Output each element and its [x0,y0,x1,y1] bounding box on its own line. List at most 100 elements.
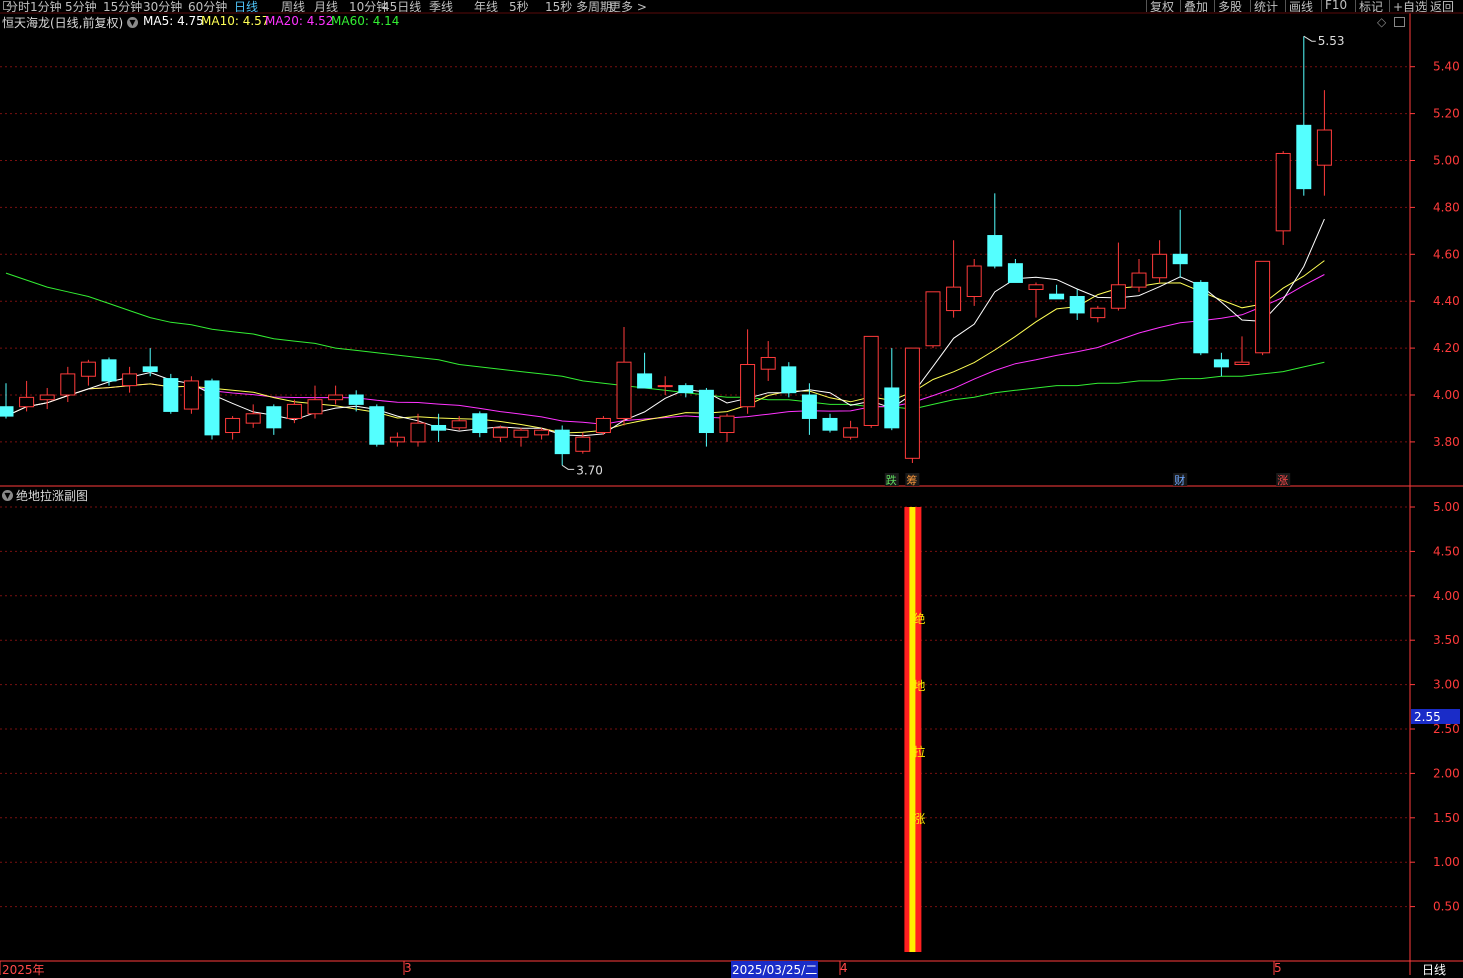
y-tick-label: 5.00 [1433,500,1460,514]
candle-body [307,399,323,415]
candle-body [966,265,982,298]
kline-chart[interactable]: 5.40 5.20 5.00 4.80 4.60 4.40 4.20 4.00 3.80 5.00… [0,0,1463,975]
signal-label-char: 拉 [913,744,925,759]
candle-body [843,427,859,438]
candle-body [80,361,96,377]
candle-body [678,385,694,394]
candle-body [1049,293,1065,300]
candle-body [575,436,591,452]
y-tick-label: 5.40 [1433,60,1460,74]
y-tick-label: 4.80 [1433,200,1460,214]
signal-label-char: 地 [913,679,925,693]
candle-body [781,366,797,394]
low-pointer [561,464,575,470]
candle-body [740,364,756,408]
candle-body [801,394,817,419]
candle-body [1007,263,1023,283]
candle-body [925,291,941,347]
candle-body [1110,284,1126,309]
marker-label: 财 [1174,473,1185,487]
y-tick-label: 4.50 [1433,544,1460,558]
month-3-label: 3 [404,961,412,975]
candle-body [1255,260,1271,354]
candle-body [183,380,199,410]
candle-body [904,347,920,459]
month-4-label: 4 [840,961,848,975]
candle-body [534,429,550,436]
candle-body [1069,296,1085,314]
candle-body [1234,361,1250,366]
y-tick-label: 4.20 [1433,341,1460,355]
candle-body [822,417,838,431]
candle-body [698,389,714,434]
candle-body [987,235,1003,267]
candle-body [1131,272,1147,288]
y-tick-label: 0.50 [1433,900,1460,914]
candle-body [1296,124,1312,190]
candle-body [204,380,220,436]
candle-body [60,373,76,396]
signal-label-char: 绝 [913,611,925,626]
candle-body [451,420,467,429]
y-tick-label: 4.40 [1433,294,1460,308]
candle-body [348,394,364,405]
candle-body [142,366,158,373]
candle-body [19,396,35,408]
high-pointer [1303,35,1316,42]
candle-body [1213,359,1229,368]
y-tick-label: 5.20 [1433,107,1460,121]
candle-body [554,429,570,455]
y-tick-label: 3.80 [1433,435,1460,449]
cursor-value-label: 2.55 [1414,710,1441,724]
candle-body [286,403,302,419]
candle-body [946,286,962,312]
y-tick-label: 4.60 [1433,247,1460,261]
candle-body [1275,152,1291,232]
month-5-label: 5 [1274,961,1282,975]
candle-body [266,406,282,429]
candle-body [410,422,426,443]
ma10-line [5,260,1325,434]
y-tick-label: 1.50 [1433,811,1460,825]
candle-body [1090,307,1106,319]
high-price-label: 5.53 [1318,34,1345,48]
candle-body [657,385,673,388]
candle-body [492,427,508,438]
candle-body [884,387,900,429]
candle-body [1316,129,1332,166]
candle-body [637,373,653,389]
candle-body [225,417,241,434]
y-tick-label: 4.00 [1433,388,1460,402]
date-axis: 2025年 3 2025/03/25/二 4 5 日线 [0,961,1463,978]
candle-body [39,394,55,401]
signal-bar-core [909,507,916,952]
candle-body [719,415,735,434]
y-tick-label: 5.00 [1433,154,1460,168]
candle-body [431,424,447,431]
candle-body [472,413,488,434]
candle-body [760,356,776,370]
candle-body [513,429,529,438]
selected-date-label: 2025/03/25/二 [731,961,819,978]
y-tick-label: 3.00 [1433,678,1460,692]
candle-body [122,373,138,387]
low-price-label: 3.70 [576,463,603,477]
candle-body [101,359,117,382]
candle-body [1172,253,1188,265]
candle-body [595,417,611,434]
candle-body [328,394,344,401]
y-tick-label: 3.50 [1433,633,1460,647]
y-tick-label: 4.00 [1433,589,1460,603]
candle-body [369,406,385,445]
candle-body [1193,281,1209,354]
candle-body [1152,253,1168,279]
candle-body [1028,284,1044,290]
candle-body [0,406,14,417]
candle-body [245,413,261,424]
signal-label-char: 涨 [913,811,925,826]
year-label: 2025年 [2,963,45,977]
candle-body [389,436,405,443]
y-tick-label: 2.00 [1433,766,1460,780]
marker-label: 筹 [906,473,917,487]
period-label[interactable]: 日线 [1422,961,1446,978]
